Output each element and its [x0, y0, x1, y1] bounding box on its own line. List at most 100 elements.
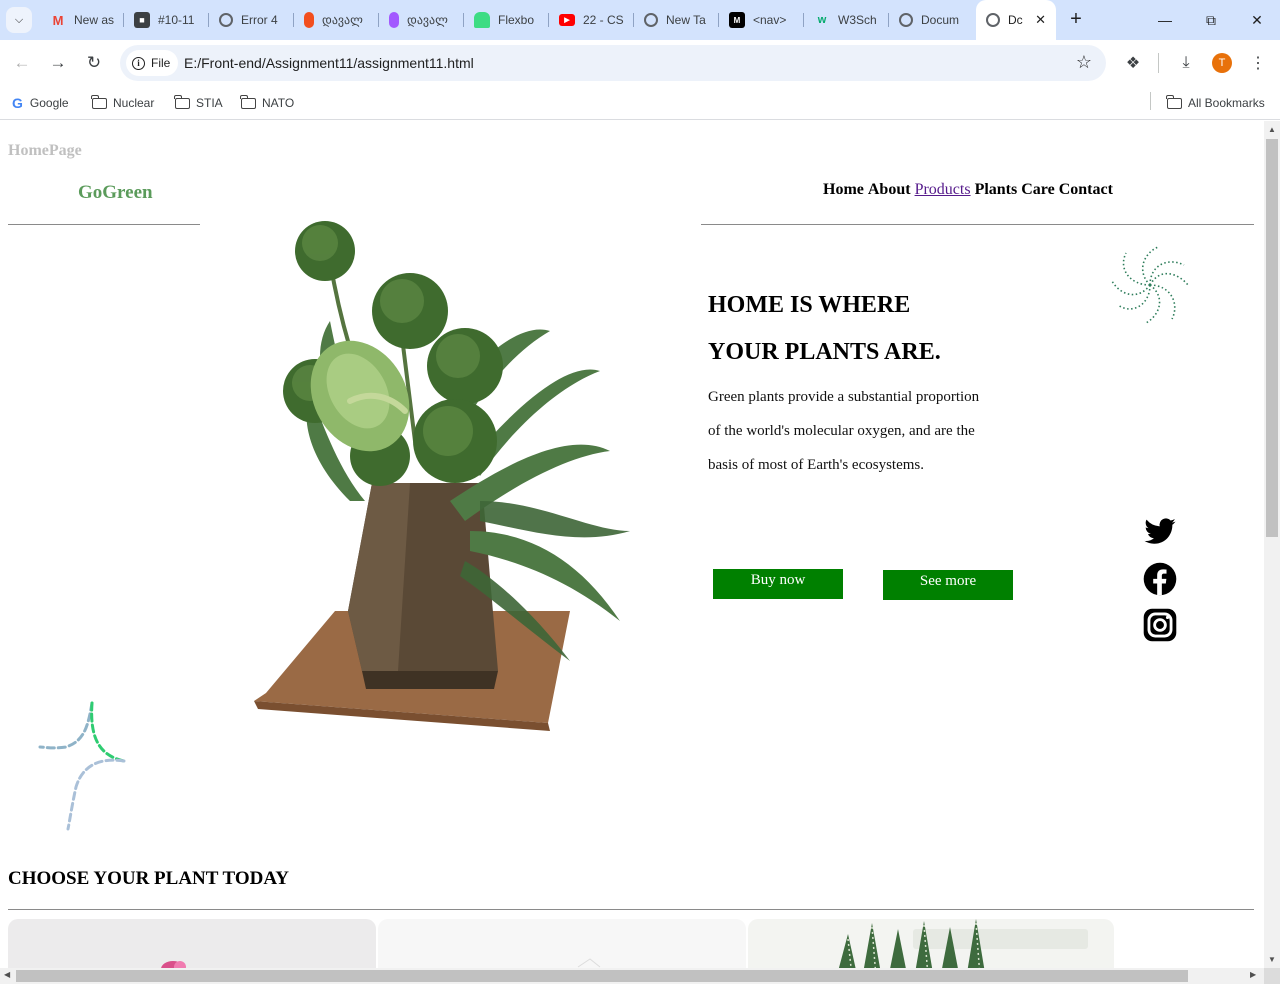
minimize-button[interactable]: — [1142, 0, 1188, 40]
tab-gmail[interactable]: M New as [40, 6, 124, 34]
site-chip-label: File [151, 56, 171, 70]
globe-icon [986, 13, 1000, 27]
address-bar[interactable]: i File E:/Front-end/Assignment11/assignm… [120, 45, 1106, 81]
hero-text-line2: of the world's molecular oxygen, and are… [708, 423, 975, 439]
bookmark-stia[interactable]: STIA [174, 93, 223, 113]
tab-contact[interactable]: ■ #10-11 [124, 6, 209, 34]
nav-home[interactable]: Home [823, 181, 864, 199]
tab-title: დავალ [407, 13, 448, 27]
bookmarks-bar: G Google Nuclear STIA NATO All Bookmarks [0, 86, 1280, 120]
vertical-scrollbar[interactable]: ▲ ▼ [1264, 121, 1280, 968]
see-more-button[interactable]: See more [883, 570, 1013, 600]
bookmark-star-icon[interactable]: ☆ [1076, 52, 1092, 73]
main-nav: Home About Products Plants Care Contact [823, 181, 1113, 199]
tab-title: W3Sch [838, 13, 877, 27]
browser-toolbar: ← → ↻ i File E:/Front-end/Assignment11/a… [0, 40, 1280, 86]
bookmark-label: Google [29, 96, 69, 110]
mdn-icon: M [729, 12, 745, 28]
facebook-icon[interactable] [1143, 562, 1177, 596]
scroll-up-arrow-icon[interactable]: ▲ [1268, 125, 1276, 134]
bookmark-nuclear[interactable]: Nuclear [91, 93, 155, 113]
tab-title: New Ta [666, 13, 706, 27]
tab-error[interactable]: Error 4 [209, 6, 294, 34]
bookmark-google[interactable]: G Google [12, 93, 69, 113]
globe-icon [219, 13, 233, 27]
divider-left [8, 224, 200, 225]
scrollbar-corner [1264, 968, 1280, 984]
download-icon[interactable]: ⤓ [1173, 50, 1199, 76]
tab-title: <nav> [753, 13, 787, 27]
close-window-button[interactable]: ✕ [1234, 0, 1280, 40]
sparkle-decoration-icon [38, 701, 126, 831]
nav-products[interactable]: Products [915, 181, 971, 199]
scroll-down-arrow-icon[interactable]: ▼ [1268, 955, 1276, 964]
twitter-icon[interactable] [1143, 515, 1177, 549]
tab-youtube[interactable]: ▶ 22 - CS [549, 6, 634, 34]
scroll-right-arrow-icon[interactable]: ▶ [1250, 970, 1256, 979]
vertical-scroll-thumb[interactable] [1266, 139, 1278, 537]
tab-search-button[interactable]: ⌵ [6, 7, 32, 33]
horizontal-scrollbar[interactable]: ◀ ▶ [0, 968, 1264, 984]
google-icon: G [12, 95, 23, 111]
contact-icon: ■ [134, 12, 150, 28]
instagram-icon[interactable] [1143, 608, 1177, 642]
back-button[interactable]: ← [9, 50, 35, 76]
hero-text-line3: basis of most of Earth's ecosystems. [708, 457, 925, 473]
bookmark-label: Nuclear [113, 96, 155, 110]
forward-button[interactable]: → [45, 50, 71, 76]
tab-figma-2[interactable]: დავალ [379, 6, 464, 34]
folder-icon [1166, 94, 1182, 109]
figma-icon [304, 12, 314, 28]
globe-icon [644, 13, 658, 27]
hero-text-line1: Green plants provide a substantial propo… [708, 389, 980, 405]
tab-figma-1[interactable]: დავალ [294, 6, 379, 34]
tab-strip: ⌵ M New as ■ #10-11 Error 4 დავალ დავალ … [0, 0, 1280, 40]
bookmark-nato[interactable]: NATO [240, 93, 295, 113]
reload-button[interactable]: ↻ [81, 50, 107, 76]
all-bookmarks[interactable]: All Bookmarks [1166, 93, 1265, 113]
bookmark-label: NATO [262, 96, 295, 110]
tab-title: Flexbo [498, 13, 535, 27]
tab-title: Error 4 [241, 13, 278, 27]
android-icon [474, 12, 490, 28]
plant-card[interactable] [748, 919, 1114, 968]
url-text[interactable]: E:/Front-end/Assignment11/assignment11.h… [184, 55, 474, 71]
page-viewport: HomePage GoGreen Home About Products Pla… [0, 121, 1264, 968]
hero-title-line1: HOME IS WHERE [708, 292, 911, 318]
horizontal-scroll-thumb[interactable] [16, 970, 1188, 982]
chevron-down-icon: ⌵ [14, 13, 24, 26]
restore-button[interactable]: ⧉ [1188, 0, 1234, 40]
tab-active[interactable]: Dc ✕ [976, 0, 1056, 40]
swirl-decoration-icon [1111, 246, 1189, 324]
plant-card[interactable] [378, 919, 746, 968]
tab-w3schools[interactable]: w W3Sch [804, 6, 889, 34]
nav-plants-care[interactable]: Plants Care [975, 181, 1055, 199]
tab-title: Dc [1008, 13, 1023, 27]
tab-new-tab[interactable]: New Ta [634, 6, 719, 34]
tab-title: New as [74, 13, 115, 27]
scroll-left-arrow-icon[interactable]: ◀ [4, 970, 10, 979]
site-info-chip[interactable]: i File [126, 50, 179, 76]
close-tab-icon[interactable]: ✕ [1035, 12, 1046, 28]
extensions-icon[interactable]: ❖ [1120, 50, 1146, 76]
bookmark-label: All Bookmarks [1188, 96, 1265, 110]
menu-kebab-icon[interactable]: ⋮ [1245, 50, 1271, 76]
nav-about[interactable]: About [868, 181, 911, 199]
tab-mdn-nav[interactable]: M <nav> [719, 6, 804, 34]
info-icon: i [132, 56, 145, 70]
tab-document[interactable]: Docum [889, 6, 974, 34]
figma-icon [389, 12, 399, 28]
hero-title-line2: YOUR PLANTS ARE. [708, 339, 941, 365]
hero-plant-image [254, 221, 630, 731]
gmail-icon: M [52, 12, 64, 28]
section-title: CHOOSE YOUR PLANT TODAY [8, 868, 290, 889]
profile-avatar[interactable]: T [1212, 53, 1232, 73]
tab-flexbox[interactable]: Flexbo [464, 6, 549, 34]
folder-icon [91, 94, 107, 109]
buy-now-button[interactable]: Buy now [713, 569, 843, 599]
plant-card[interactable] [8, 919, 376, 968]
nav-contact[interactable]: Contact [1059, 181, 1113, 199]
site-logo[interactable]: GoGreen [78, 182, 153, 204]
new-tab-button[interactable]: + [1064, 8, 1088, 32]
folder-icon [174, 94, 190, 109]
